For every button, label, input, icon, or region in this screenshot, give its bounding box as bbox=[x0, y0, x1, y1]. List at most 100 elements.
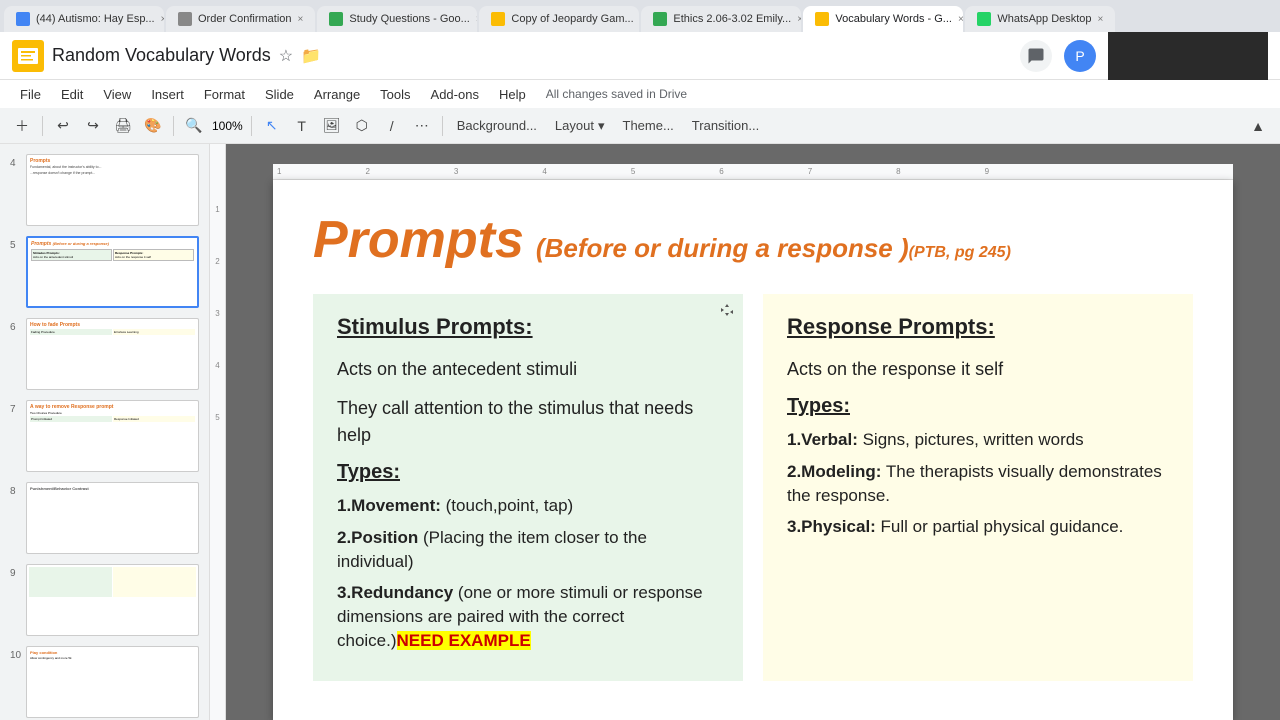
stimulus-item-1: 1.Movement: (touch,point, tap) bbox=[337, 494, 719, 518]
stimulus-item-2: 2.Position (Placing the item closer to t… bbox=[337, 526, 719, 574]
menu-tools[interactable]: Tools bbox=[372, 85, 418, 104]
slide-preview-7: A way to remove Response prompt Two Choi… bbox=[26, 400, 199, 472]
menu-addons[interactable]: Add-ons bbox=[423, 85, 487, 104]
paint-format-button[interactable]: 🎨 bbox=[139, 112, 167, 140]
tab-favicon bbox=[977, 12, 991, 26]
tab-favicon bbox=[178, 12, 192, 26]
folder-icon[interactable]: 📁 bbox=[301, 46, 321, 66]
redo-button[interactable]: ↪ bbox=[79, 112, 107, 140]
zoom-out-button[interactable]: 🔍 bbox=[180, 112, 208, 140]
webcam-thumbnail bbox=[1108, 32, 1268, 80]
cursor-tool[interactable]: ↖ bbox=[258, 112, 286, 140]
layout-button[interactable]: Layout ▾ bbox=[547, 112, 613, 140]
undo-button[interactable]: ↩ bbox=[49, 112, 77, 140]
slide-thumb-8[interactable]: 8 Punishment/Behavior Contrast bbox=[8, 480, 201, 556]
header-right: P bbox=[1020, 32, 1268, 80]
ruler-left: 1 2 3 4 5 bbox=[210, 144, 226, 720]
slide-preview-8: Punishment/Behavior Contrast bbox=[26, 482, 199, 554]
tab-autismo[interactable]: (44) Autismo: Hay Esp... × bbox=[4, 6, 164, 32]
tab-favicon bbox=[815, 12, 829, 26]
response-item-3: 3.Physical: Full or partial physical gui… bbox=[787, 515, 1169, 539]
toolbar-right: ▲ bbox=[1244, 112, 1272, 140]
add-button[interactable]: ＋ bbox=[8, 112, 36, 140]
collapse-button[interactable]: ▲ bbox=[1244, 112, 1272, 140]
slide-heading: Prompts (Before or during a response ) (… bbox=[313, 210, 1193, 270]
theme-button[interactable]: Theme... bbox=[615, 112, 682, 140]
text-tool[interactable]: T bbox=[288, 112, 316, 140]
slide-canvas: Prompts (Before or during a response ) (… bbox=[273, 180, 1233, 720]
more-tool[interactable]: ⋯ bbox=[408, 112, 436, 140]
tab-ethics[interactable]: Ethics 2.06-3.02 Emily... × bbox=[641, 6, 801, 32]
slides-icon bbox=[12, 40, 44, 72]
tab-order[interactable]: Order Confirmation × bbox=[166, 6, 315, 32]
tab-favicon bbox=[491, 12, 505, 26]
slide-subtitle: (Before or during a response ) bbox=[536, 233, 909, 264]
slide-thumb-7[interactable]: 7 A way to remove Response prompt Two Ch… bbox=[8, 398, 201, 474]
stimulus-prompts-col[interactable]: Stimulus Prompts: Acts on the antecedent… bbox=[313, 294, 743, 681]
separator1 bbox=[42, 116, 43, 136]
shape-tool[interactable]: ⬡ bbox=[348, 112, 376, 140]
response-prompts-col[interactable]: Response Prompts: Acts on the response i… bbox=[763, 294, 1193, 681]
response-item-2: 2.Modeling: The therapists visually demo… bbox=[787, 460, 1169, 508]
separator2 bbox=[173, 116, 174, 136]
avatar[interactable]: P bbox=[1064, 40, 1096, 72]
separator3 bbox=[251, 116, 252, 136]
menu-arrange[interactable]: Arrange bbox=[306, 85, 368, 104]
stimulus-text2: They call attention to the stimulus that… bbox=[337, 395, 719, 449]
response-types-heading: Types: bbox=[787, 395, 1169, 418]
line-tool[interactable]: / bbox=[378, 112, 406, 140]
menu-insert[interactable]: Insert bbox=[143, 85, 192, 104]
move-handle[interactable] bbox=[719, 302, 735, 318]
tab-vocabulary[interactable]: Vocabulary Words - G... × bbox=[803, 6, 963, 32]
stimulus-text1: Acts on the antecedent stimuli bbox=[337, 356, 719, 383]
response-heading: Response Prompts: bbox=[787, 314, 1169, 340]
star-icon[interactable]: ☆ bbox=[279, 46, 293, 66]
tab-favicon bbox=[653, 12, 667, 26]
slide-preview-4: Prompts Fundamental, about the instructo… bbox=[26, 154, 199, 226]
menu-slide[interactable]: Slide bbox=[257, 85, 302, 104]
transition-button[interactable]: Transition... bbox=[684, 112, 767, 140]
tab-study[interactable]: Study Questions - Goo... × bbox=[317, 6, 477, 32]
title-icons: ☆ 📁 bbox=[279, 46, 321, 66]
comment-icon[interactable] bbox=[1020, 40, 1052, 72]
slide-thumb-9[interactable]: 9 bbox=[8, 562, 201, 638]
slide-thumb-5[interactable]: 5 Prompts (Before or during a response) … bbox=[8, 234, 201, 310]
image-tool[interactable]: 🖼 bbox=[318, 112, 346, 140]
menu-edit[interactable]: Edit bbox=[53, 85, 91, 104]
canvas-area: 1 2 3 4 5 6 7 8 9 Prompts (Before or dur… bbox=[226, 144, 1280, 720]
slide-preview-9 bbox=[26, 564, 199, 636]
ruler-top: 1 2 3 4 5 6 7 8 9 bbox=[273, 164, 1233, 180]
stimulus-types-heading: Types: bbox=[337, 461, 719, 484]
tab-jeopardy[interactable]: Copy of Jeopardy Gam... × bbox=[479, 6, 639, 32]
menu-help[interactable]: Help bbox=[491, 85, 534, 104]
background-button[interactable]: Background... bbox=[449, 112, 545, 140]
autosave-message: All changes saved in Drive bbox=[546, 87, 687, 101]
tab-favicon bbox=[16, 12, 30, 26]
stimulus-heading: Stimulus Prompts: bbox=[337, 314, 719, 340]
need-example-highlight: NEED EXAMPLE bbox=[397, 631, 531, 650]
slide-ref: (PTB, pg 245) bbox=[909, 244, 1011, 262]
menu-format[interactable]: Format bbox=[196, 85, 253, 104]
response-item-1: 1.Verbal: Signs, pictures, written words bbox=[787, 428, 1169, 452]
response-text1: Acts on the response it self bbox=[787, 356, 1169, 383]
slide-thumb-4[interactable]: 4 Prompts Fundamental, about the instruc… bbox=[8, 152, 201, 228]
tab-whatsapp[interactable]: WhatsApp Desktop × bbox=[965, 6, 1115, 32]
stimulus-item-3: 3.Redundancy (one or more stimuli or res… bbox=[337, 581, 719, 652]
print-button[interactable]: 🖨 bbox=[109, 112, 137, 140]
slide-preview-10: Play condition Allow contingency and mor… bbox=[26, 646, 199, 718]
separator4 bbox=[442, 116, 443, 136]
zoom-level: 100% bbox=[212, 119, 243, 133]
menu-file[interactable]: File bbox=[12, 85, 49, 104]
slide-thumb-10[interactable]: 10 Play condition Allow contingency and … bbox=[8, 644, 201, 720]
slide-preview-5: Prompts (Before or during a response) St… bbox=[26, 236, 199, 308]
chevron-down-icon: ▾ bbox=[598, 118, 605, 134]
doc-title: Random Vocabulary Words bbox=[52, 45, 271, 66]
main-area: 4 Prompts Fundamental, about the instruc… bbox=[0, 144, 1280, 720]
slide-columns: Stimulus Prompts: Acts on the antecedent… bbox=[313, 294, 1193, 681]
menu-view[interactable]: View bbox=[95, 85, 139, 104]
toolbar: ＋ ↩ ↪ 🖨 🎨 🔍 100% ↖ T 🖼 ⬡ / ⋯ Background.… bbox=[0, 108, 1280, 144]
slide-thumb-6[interactable]: 6 How to fade Prompts Fading Procedure E… bbox=[8, 316, 201, 392]
slide-panel: 4 Prompts Fundamental, about the instruc… bbox=[0, 144, 210, 720]
slide-title: Prompts bbox=[313, 210, 524, 270]
app-header: Random Vocabulary Words ☆ 📁 P bbox=[0, 32, 1280, 80]
